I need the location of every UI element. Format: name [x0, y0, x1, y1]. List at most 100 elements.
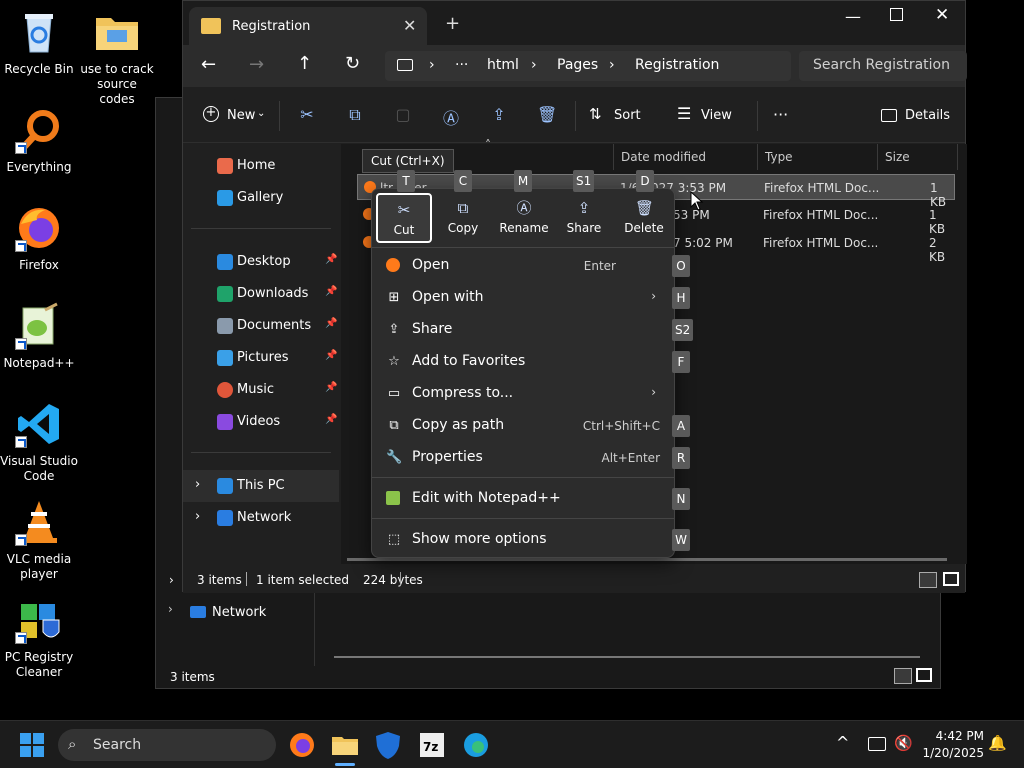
share-button[interactable]: ⇪ Share — [556, 193, 612, 243]
menu-item-copy-as-path[interactable]: ⧉ Copy as path Ctrl+Shift+C — [376, 411, 670, 441]
close-tab-icon[interactable]: ✕ — [403, 16, 416, 35]
sort-button[interactable]: Sort — [614, 108, 641, 123]
search-input[interactable]: Search Registration — [799, 51, 967, 81]
rename-icon[interactable]: Ⓐ — [441, 105, 461, 128]
divider — [372, 477, 674, 478]
desktop-icon-firefox[interactable]: Firefox — [0, 204, 78, 273]
edge-icon[interactable] — [460, 729, 492, 761]
delete-button[interactable]: 🗑 Delete — [616, 193, 672, 243]
tiles-view-icon[interactable] — [916, 668, 932, 682]
menu-item-open-with[interactable]: ⊞ Open with › — [376, 283, 670, 313]
this-pc-icon — [217, 478, 233, 494]
close-window-icon[interactable]: ✕ — [935, 5, 949, 25]
paste-icon[interactable]: ▢ — [393, 105, 413, 125]
nav-item-music[interactable]: Music 📌 — [183, 376, 339, 404]
column-type[interactable]: Type — [765, 150, 793, 164]
taskbar-search[interactable]: ⌕ Search — [58, 729, 276, 761]
notification-bell-icon[interactable]: 🔔 — [988, 734, 1007, 752]
7zip-icon[interactable]: 7z — [416, 729, 448, 761]
nav-item-this-pc[interactable]: › This PC — [183, 470, 339, 502]
menu-item-compress[interactable]: ▭ Compress to... › — [376, 379, 670, 409]
pin-icon[interactable]: 📌 — [325, 318, 337, 329]
chevron-up-icon[interactable]: ^ — [836, 733, 849, 752]
cut-icon[interactable]: ✂ — [297, 105, 317, 125]
menu-item-add-to-favorites[interactable]: ☆ Add to Favorites — [376, 347, 670, 377]
pin-icon[interactable]: 📌 — [325, 286, 337, 297]
nav-item-documents[interactable]: Documents 📌 — [183, 312, 339, 340]
title-bar[interactable]: Registration ✕ + — ✕ — [183, 1, 965, 45]
menu-item-share[interactable]: ⇪ Share — [376, 315, 670, 345]
up-icon[interactable]: ↑ — [297, 53, 312, 74]
details-view-icon[interactable] — [894, 668, 912, 684]
more-options-button[interactable]: ··· — [773, 105, 788, 124]
cut-button[interactable]: ✂ Cut — [376, 193, 432, 243]
new-button[interactable]: New — [227, 108, 255, 123]
copy-button[interactable]: ⧉ Copy — [435, 193, 491, 243]
share-icon[interactable]: ⇪ — [489, 105, 509, 125]
clock-time[interactable]: 4:42 PM — [924, 729, 984, 743]
nav-item-desktop[interactable]: Desktop 📌 — [183, 248, 339, 276]
breadcrumb[interactable]: › ··· html › Pages › Registration — [385, 51, 791, 81]
pin-icon[interactable]: 📌 — [325, 350, 337, 361]
access-key-delete: D — [636, 170, 654, 192]
menu-item-edit-notepadpp[interactable]: Edit with Notepad++ — [376, 484, 670, 514]
breadcrumb-more[interactable]: ··· — [455, 57, 468, 73]
network-status-icon[interactable] — [868, 737, 886, 751]
nav-item-home[interactable]: Home — [183, 152, 339, 180]
breadcrumb-registration[interactable]: Registration — [635, 57, 719, 73]
nav-network-bg[interactable]: Network — [212, 605, 266, 620]
horizontal-scrollbar[interactable] — [334, 656, 920, 658]
nav-item-videos[interactable]: Videos 📌 — [183, 408, 339, 436]
details-button[interactable]: Details — [905, 108, 950, 123]
minimize-icon[interactable]: — — [845, 7, 861, 26]
horizontal-scrollbar[interactable] — [347, 558, 947, 561]
breadcrumb-html[interactable]: html — [487, 57, 519, 73]
pictures-icon — [217, 350, 233, 366]
desktop-icon-vlc[interactable]: VLC media player — [0, 498, 78, 582]
chevron-right-icon[interactable]: › — [195, 477, 200, 492]
clock-date[interactable]: 1/20/2025 — [918, 746, 984, 760]
volume-muted-icon[interactable]: 🔇 — [894, 734, 913, 752]
delete-icon[interactable]: 🗑 — [537, 105, 557, 125]
rename-button[interactable]: Ⓐ Rename — [494, 193, 554, 243]
pin-icon[interactable]: 📌 — [325, 254, 337, 265]
desktop-icon-everything[interactable]: Everything — [0, 106, 78, 175]
desktop-icon-vscode[interactable]: Visual Studio Code — [0, 400, 78, 484]
desktop-icon-registry-cleaner[interactable]: PC Registry Cleaner — [0, 596, 78, 680]
new-tab-icon[interactable]: + — [445, 13, 460, 34]
maximize-icon[interactable] — [890, 8, 903, 21]
compress-icon: ▭ — [387, 386, 401, 401]
breadcrumb-pages[interactable]: Pages — [557, 57, 598, 73]
back-icon[interactable]: ← — [201, 54, 216, 75]
details-view-icon[interactable] — [919, 572, 937, 588]
defender-icon[interactable] — [372, 729, 404, 761]
desktop-icon-recycle-bin[interactable]: Recycle Bin — [0, 8, 78, 77]
start-icon[interactable] — [20, 733, 44, 757]
context-menu[interactable]: ✂ Cut ⧉ Copy Ⓐ Rename ⇪ Share 🗑 Delete O… — [371, 188, 675, 558]
column-date-modified[interactable]: Date modified — [621, 150, 706, 164]
nav-item-gallery[interactable]: Gallery — [183, 184, 339, 212]
nav-item-downloads[interactable]: Downloads 📌 — [183, 280, 339, 308]
menu-item-show-more-options[interactable]: ⬚ Show more options — [376, 525, 670, 555]
chevron-right-icon[interactable]: › — [195, 509, 200, 524]
nav-item-network[interactable]: › Network — [183, 504, 339, 532]
refresh-icon[interactable]: ↻ — [345, 53, 360, 74]
menu-item-open[interactable]: Open Enter — [376, 251, 670, 281]
menu-item-properties[interactable]: 🔧 Properties Alt+Enter — [376, 443, 670, 473]
firefox-icon[interactable] — [286, 729, 318, 761]
desktop-icon-crack-folder[interactable]: use to crack source codes — [78, 8, 156, 107]
chevron-right-icon[interactable]: › — [169, 573, 174, 587]
view-button[interactable]: View — [701, 108, 732, 123]
pin-icon[interactable]: 📌 — [325, 414, 337, 425]
pin-icon[interactable]: 📌 — [325, 382, 337, 393]
desktop-icon-notepadpp[interactable]: Notepad++ — [0, 302, 78, 371]
copy-icon[interactable]: ⧉ — [345, 105, 365, 125]
access-key-cut: T — [397, 170, 415, 192]
chevron-right-icon[interactable]: › — [168, 602, 173, 616]
forward-icon[interactable]: → — [249, 54, 264, 75]
file-explorer-icon[interactable] — [329, 729, 361, 766]
tiles-view-icon[interactable] — [943, 572, 959, 586]
nav-item-pictures[interactable]: Pictures 📌 — [183, 344, 339, 372]
column-size[interactable]: Size — [885, 150, 910, 164]
tab-registration[interactable]: Registration ✕ — [189, 7, 427, 45]
